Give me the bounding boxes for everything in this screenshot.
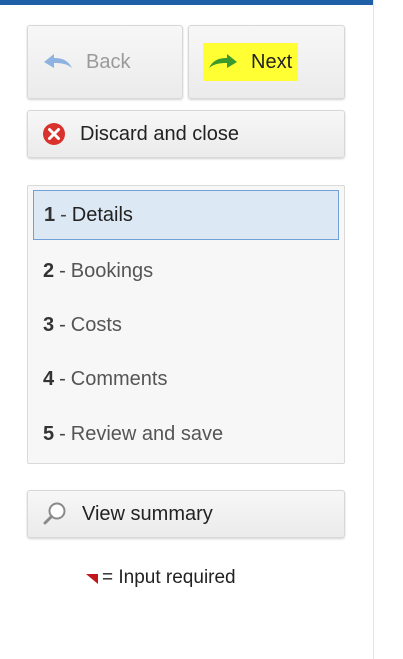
step-separator: - [59,259,66,282]
step-separator: - [59,313,66,336]
step-comments[interactable]: 4 - Comments [33,354,339,404]
step-number: 2 [43,259,55,282]
view-summary-label: View summary [82,502,213,525]
wizard-steps-panel: 1 - Details 2 - Bookings 3 - Costs 4 - C… [27,185,345,464]
step-number: 5 [43,422,55,445]
step-details[interactable]: 1 - Details [33,190,339,240]
step-separator: - [60,203,67,226]
next-button[interactable]: Next [188,25,345,99]
step-bookings[interactable]: 2 - Bookings [33,246,339,296]
step-label: Comments [70,367,168,390]
top-accent-bar [0,0,373,5]
view-summary-button[interactable]: View summary [27,490,345,538]
required-marker-icon [86,572,98,584]
next-highlight: Next [203,43,299,81]
step-review-and-save[interactable]: 5 - Review and save [33,409,339,459]
step-separator: - [59,367,66,390]
required-legend: = Input required [86,566,236,590]
step-costs[interactable]: 3 - Costs [33,300,339,350]
required-legend-text: = Input required [102,567,236,588]
back-button[interactable]: Back [27,25,183,99]
step-label: Details [71,203,133,226]
step-label: Review and save [70,422,224,445]
panel-divider [373,0,374,659]
next-button-label: Next [251,50,293,73]
left-arrow-icon [42,51,74,73]
step-number: 4 [43,367,55,390]
close-circle-icon [42,122,66,146]
step-separator: - [59,422,66,445]
step-label: Bookings [70,259,154,282]
right-arrow-icon [207,51,239,73]
discard-and-close-button[interactable]: Discard and close [27,110,345,158]
magnifier-icon [42,501,68,527]
back-button-label: Back [86,50,131,73]
page: Back Next Discard and close 1 - Details [0,0,403,659]
discard-button-label: Discard and close [80,122,239,145]
step-number: 1 [44,203,56,226]
step-label: Costs [70,313,122,336]
step-number: 3 [43,313,55,336]
